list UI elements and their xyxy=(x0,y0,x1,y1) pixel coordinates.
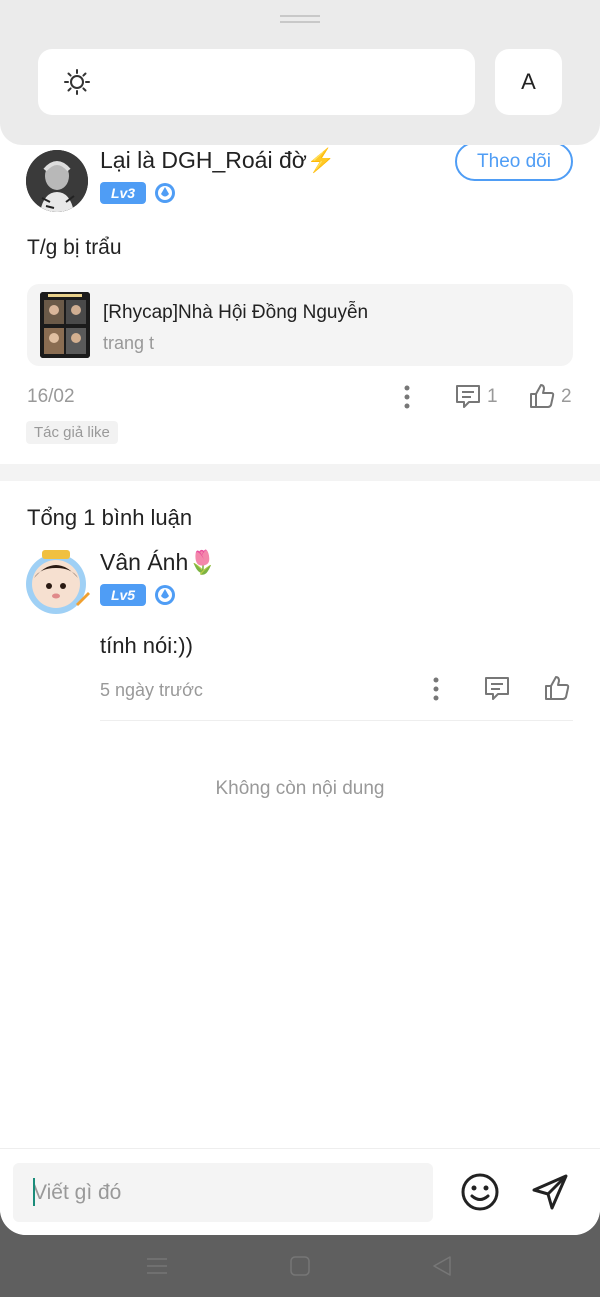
comment-time: 5 ngày trước xyxy=(100,680,203,700)
level-badge: Lv5 xyxy=(100,584,146,606)
book-subtitle: trang t xyxy=(103,333,155,353)
comment-input[interactable] xyxy=(13,1163,433,1222)
comments-total: Tổng 1 bình luận xyxy=(27,505,193,530)
back-icon[interactable] xyxy=(430,1254,454,1278)
more-options-icon[interactable] xyxy=(403,384,411,410)
post-date: 16/02 xyxy=(27,386,75,407)
post-text: T/g bị trẩu xyxy=(27,236,122,259)
send-icon[interactable] xyxy=(529,1171,571,1213)
commenter-avatar[interactable] xyxy=(22,548,92,616)
commenter-name[interactable]: Vân Ánh🌷 xyxy=(100,549,217,576)
follow-button[interactable]: Theo dõi xyxy=(455,142,573,181)
reading-settings-panel: A xyxy=(0,0,600,145)
comment-sheet: A Lại là DGH_Roái đờ⚡ Lv3 Theo dõi T/g b… xyxy=(0,0,600,1235)
comment-input-bar xyxy=(0,1148,600,1235)
like-icon[interactable] xyxy=(543,674,571,702)
verified-badge-icon xyxy=(155,585,175,605)
font-size-label: A xyxy=(521,69,536,94)
menu-icon[interactable] xyxy=(145,1254,169,1278)
section-divider xyxy=(0,464,600,481)
like-icon[interactable] xyxy=(528,382,556,410)
comment-count: 1 xyxy=(487,386,498,407)
more-options-icon[interactable] xyxy=(432,676,440,702)
level-badge: Lv3 xyxy=(100,182,146,204)
system-nav-bar xyxy=(0,1235,600,1297)
reply-icon[interactable] xyxy=(483,675,511,703)
home-icon[interactable] xyxy=(288,1254,312,1278)
comment-icon[interactable] xyxy=(454,383,482,411)
text-caret xyxy=(33,1178,35,1206)
post-author-name[interactable]: Lại là DGH_Roái đờ⚡ xyxy=(100,147,335,174)
like-count: 2 xyxy=(561,386,572,407)
font-size-button[interactable]: A xyxy=(495,49,562,115)
emoji-icon[interactable] xyxy=(459,1171,501,1213)
sun-icon xyxy=(64,69,90,95)
end-of-content-label: Không còn nội dung xyxy=(215,778,385,799)
post-author-avatar[interactable] xyxy=(26,150,88,212)
book-card[interactable]: [Rhycap]Nhà Hội Đồng Nguyễn trang t xyxy=(27,284,573,366)
brightness-slider[interactable] xyxy=(38,49,475,115)
author-liked-tag: Tác giả like xyxy=(26,421,118,444)
comment-text: tính nói:)) xyxy=(100,633,193,658)
post-meta-row: 16/02 1 2 xyxy=(0,384,600,412)
comment-separator xyxy=(100,720,573,721)
verified-badge-icon xyxy=(155,183,175,203)
book-title: [Rhycap]Nhà Hội Đồng Nguyễn xyxy=(103,302,369,323)
drag-handle[interactable] xyxy=(280,15,320,23)
book-cover-image xyxy=(40,292,90,358)
